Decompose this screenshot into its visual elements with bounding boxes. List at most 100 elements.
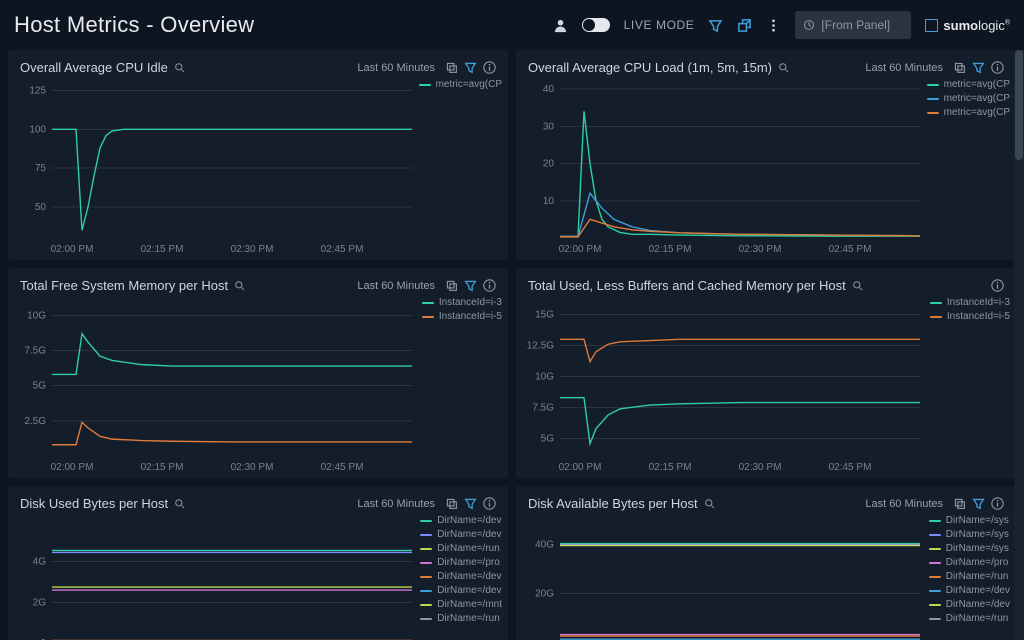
legend-item[interactable]: DirName=/sys (929, 514, 1010, 528)
svg-text:40G: 40G (535, 540, 554, 551)
legend-item[interactable]: DirName=/dev (420, 514, 502, 528)
legend-item[interactable]: DirName=/run (929, 570, 1010, 584)
share-icon[interactable] (737, 18, 752, 33)
svg-text:02:30 PM: 02:30 PM (739, 244, 782, 255)
live-toggle[interactable] (582, 18, 610, 32)
filter-icon[interactable] (708, 18, 723, 33)
chart-area[interactable]: 5G7.5G10G12.5G15G02:00 PM02:15 PM02:30 P… (516, 297, 1016, 478)
svg-text:02:30 PM: 02:30 PM (231, 244, 274, 255)
legend-item[interactable]: InstanceId=i-5 (422, 310, 502, 324)
svg-text:75: 75 (35, 163, 47, 174)
panel-title: Total Free System Memory per Host (20, 278, 228, 293)
page-title: Host Metrics - Overview (14, 12, 254, 38)
info-icon[interactable] (483, 61, 496, 74)
panel-title: Disk Used Bytes per Host (20, 496, 168, 511)
legend-item[interactable]: DirName=/pro (929, 556, 1010, 570)
legend-item[interactable]: DirName=/dev (420, 528, 502, 542)
info-icon[interactable] (483, 497, 496, 510)
svg-text:40: 40 (543, 84, 555, 95)
legend-item[interactable]: metric=avg(CP (927, 78, 1010, 92)
svg-text:20G: 20G (535, 588, 554, 599)
time-range-placeholder: [From Panel] (821, 18, 890, 32)
legend-item[interactable]: metric=avg(CP (927, 106, 1010, 120)
panel-filter-icon[interactable] (464, 279, 477, 292)
svg-text:15G: 15G (535, 309, 554, 320)
svg-text:5G: 5G (541, 434, 555, 445)
panel-range: Last 60 Minutes (357, 280, 435, 292)
legend: InstanceId=i-3InstanceId=i-5 (930, 296, 1010, 324)
svg-text:02:30 PM: 02:30 PM (739, 462, 782, 473)
duplicate-icon[interactable] (953, 61, 966, 74)
legend: metric=avg(CP (419, 78, 502, 92)
legend-item[interactable]: DirName=/dev (929, 584, 1010, 598)
duplicate-icon[interactable] (445, 61, 458, 74)
legend-item[interactable]: metric=avg(CP (419, 78, 502, 92)
panel-filter-icon[interactable] (972, 61, 985, 74)
legend-item[interactable]: DirName=/dev (420, 584, 502, 598)
panel-title: Overall Average CPU Load (1m, 5m, 15m) (528, 60, 772, 75)
svg-text:02:45 PM: 02:45 PM (321, 462, 364, 473)
topbar: Host Metrics - Overview LIVE MODE [From … (0, 0, 1024, 50)
scrollbar-thumb[interactable] (1015, 50, 1023, 160)
svg-text:2G: 2G (33, 597, 47, 608)
legend-item[interactable]: DirName=/run (929, 612, 1010, 626)
chart-svg: 2.5G5G7.5G10G02:00 PM02:15 PM02:30 PM02:… (14, 299, 502, 476)
svg-text:02:00 PM: 02:00 PM (559, 244, 602, 255)
info-icon[interactable] (991, 279, 1004, 292)
panel-filter-icon[interactable] (464, 61, 477, 74)
panel-range: Last 60 Minutes (865, 498, 943, 510)
svg-text:7.5G: 7.5G (532, 403, 554, 414)
panel-disk_avail: Disk Available Bytes per Host Last 60 Mi… (516, 486, 1016, 640)
panel-mem_used: Total Used, Less Buffers and Cached Memo… (516, 268, 1016, 478)
panel-cpu_load: Overall Average CPU Load (1m, 5m, 15m) L… (516, 50, 1016, 260)
legend-item[interactable]: DirName=/sys (929, 542, 1010, 556)
svg-text:10: 10 (543, 196, 555, 207)
legend-item[interactable]: metric=avg(CP (927, 92, 1010, 106)
magnify-icon[interactable] (704, 498, 715, 509)
chart-svg: 5G7.5G10G12.5G15G02:00 PM02:15 PM02:30 P… (522, 299, 1010, 476)
duplicate-icon[interactable] (953, 497, 966, 510)
magnify-icon[interactable] (174, 62, 185, 73)
panel-header: Overall Average CPU Idle Last 60 Minutes (8, 50, 508, 79)
panel-header: Disk Used Bytes per Host Last 60 Minutes (8, 486, 508, 515)
scrollbar[interactable] (1014, 50, 1024, 640)
svg-text:100: 100 (29, 124, 46, 135)
legend-item[interactable]: DirName=/run (420, 542, 502, 556)
svg-text:02:15 PM: 02:15 PM (141, 244, 184, 255)
magnify-icon[interactable] (778, 62, 789, 73)
svg-text:125: 125 (29, 86, 46, 97)
svg-text:02:30 PM: 02:30 PM (231, 462, 274, 473)
info-icon[interactable] (483, 279, 496, 292)
svg-text:02:15 PM: 02:15 PM (649, 462, 692, 473)
legend-item[interactable]: DirName=/mnt (420, 598, 502, 612)
panel-cpu_idle: Overall Average CPU Idle Last 60 Minutes… (8, 50, 508, 260)
duplicate-icon[interactable] (445, 279, 458, 292)
legend-item[interactable]: InstanceId=i-5 (930, 310, 1010, 324)
duplicate-icon[interactable] (445, 497, 458, 510)
panel-filter-icon[interactable] (464, 497, 477, 510)
info-icon[interactable] (991, 61, 1004, 74)
magnify-icon[interactable] (234, 280, 245, 291)
time-range-input[interactable]: [From Panel] (795, 11, 911, 39)
more-icon[interactable] (766, 18, 781, 33)
brand-mark-icon (925, 19, 938, 32)
legend-item[interactable]: DirName=/run (420, 612, 502, 626)
legend-item[interactable]: DirName=/dev (420, 570, 502, 584)
legend-item[interactable]: DirName=/pro (420, 556, 502, 570)
panel-filter-icon[interactable] (972, 497, 985, 510)
info-icon[interactable] (991, 497, 1004, 510)
chart-area[interactable]: 507510012502:00 PM02:15 PM02:30 PM02:45 … (8, 79, 508, 260)
panel-title: Disk Available Bytes per Host (528, 496, 698, 511)
legend-item[interactable]: InstanceId=i-3 (422, 296, 502, 310)
legend-item[interactable]: DirName=/sys (929, 528, 1010, 542)
chart-area[interactable]: 2.5G5G7.5G10G02:00 PM02:15 PM02:30 PM02:… (8, 297, 508, 478)
legend-item[interactable]: InstanceId=i-3 (930, 296, 1010, 310)
legend: DirName=/sysDirName=/sysDirName=/sysDirN… (929, 514, 1010, 626)
legend: DirName=/devDirName=/devDirName=/runDirN… (420, 514, 502, 626)
user-icon[interactable] (553, 18, 568, 33)
magnify-icon[interactable] (852, 280, 863, 291)
svg-text:10G: 10G (27, 310, 46, 321)
legend-item[interactable]: DirName=/dev (929, 598, 1010, 612)
magnify-icon[interactable] (174, 498, 185, 509)
panel-range: Last 60 Minutes (865, 62, 943, 74)
